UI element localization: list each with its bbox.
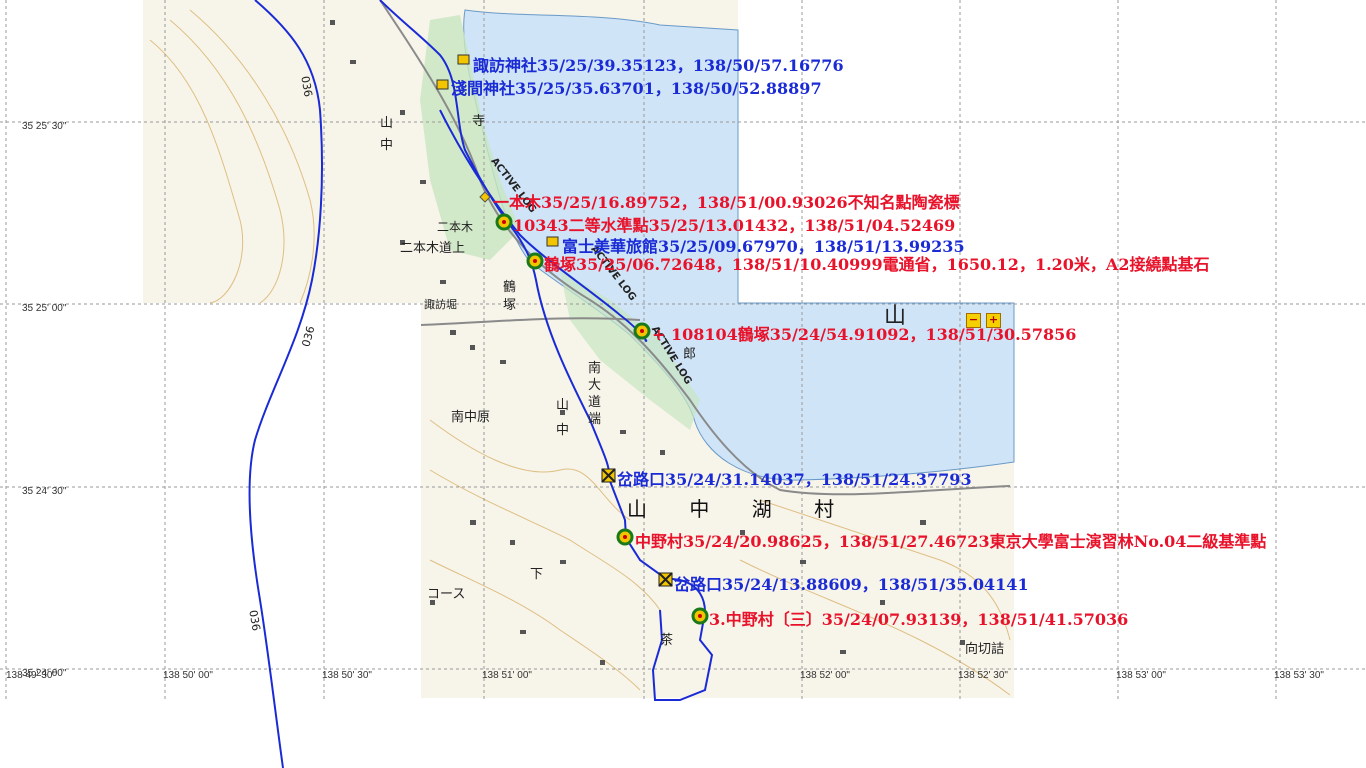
lat-label: 35 25' 30" (22, 121, 67, 132)
place-minami-omichi: 端 (588, 412, 602, 427)
lon-label: 138 53' 30" (1274, 670, 1324, 681)
annotation-suwa-shrine[interactable]: 諏訪神社35/25/39.35123，138/50/57.16776 (473, 52, 844, 76)
hotel-marker-fujimika (546, 236, 559, 247)
annotation-ipponki[interactable]: 一本木35/25/16.89752，138/51/00.93026不知名點陶瓷標 (493, 189, 960, 213)
annotation-asama-shrine[interactable]: 淺間神社35/25/35.63701，138/50/52.88897 (451, 75, 822, 99)
place-mukaigiri: 向切詰 (965, 642, 1005, 657)
shrine-marker-suwa (457, 54, 470, 65)
place-minami-nakahara: 南中原 (451, 410, 491, 425)
place-tsurutsuka: 鶴 (503, 280, 517, 295)
place-shimoyama: 下 (530, 567, 544, 582)
lon-label: 138 50' 30" (322, 670, 372, 681)
annotation-junction-2[interactable]: 岔路口35/24/13.88609，138/51/35.04141 (674, 571, 1029, 595)
zoom-in-button[interactable]: + (986, 313, 1001, 328)
map-view[interactable]: 35 25' 30" 35 25' 00" 35 24' 30" 35 24' … (0, 0, 1366, 768)
benchmark-marker-nakanomura-3 (691, 607, 709, 625)
place-nihongi-michiue: 二本木道上 (400, 241, 466, 256)
place-tsurutsuka: 塚 (503, 298, 517, 313)
place-course: コース (427, 587, 466, 602)
lon-label: 138 53' 00" (1116, 670, 1166, 681)
lon-label: 138 50' 00" (163, 670, 213, 681)
place-yamanaka: 中 (556, 423, 570, 438)
lon-label: 138 49' 30" (6, 670, 56, 681)
place-yamanaka: 中 (380, 138, 394, 153)
place-tera: 寺 (472, 114, 486, 129)
annotation-nakanomura-3[interactable]: 3.中野村〔三〕35/24/07.93139，138/51/41.57036 (709, 606, 1128, 630)
place-nihongi: 二本木 (437, 220, 474, 234)
place-suwahora: 諏訪堀 (424, 298, 457, 311)
benchmark-marker-nakanomura (616, 528, 634, 546)
annotation-junction-1[interactable]: 岔路口35/24/31.14037，138/51/24.37793 (617, 466, 972, 490)
place-goro: 郎 (683, 347, 697, 362)
place-yamanaka: 山 (556, 398, 570, 413)
benchmark-marker-108104 (633, 322, 651, 340)
benchmark-marker-10343 (495, 213, 513, 231)
benchmark-marker-tsurutsuka (526, 252, 544, 270)
shrine-marker-asama (436, 79, 449, 90)
route-036-line (248, 0, 323, 768)
place-chaya: 茶 (660, 633, 674, 648)
zoom-out-button[interactable]: − (966, 313, 981, 328)
junction-marker-2 (658, 572, 673, 587)
lon-label: 138 52' 30" (958, 670, 1008, 681)
junction-marker-1 (601, 468, 616, 483)
place-village: 山 中 湖 村 (627, 497, 853, 521)
lat-label: 35 25' 00" (22, 303, 67, 314)
annotation-nakanomura[interactable]: 中野村35/24/20.98625，138/51/27.46723東京大學富士演… (635, 528, 1266, 552)
lat-label: 35 24' 30" (22, 486, 67, 497)
annotation-tsurutsuka[interactable]: 鶴塚35/25/06.72648，138/51/10.40999電通省，1650… (544, 251, 1209, 275)
lon-label: 138 51' 00" (482, 670, 532, 681)
lon-label: 138 52' 00" (800, 670, 850, 681)
place-yamanaka: 山 (380, 116, 394, 131)
annotation-benchmark-108104[interactable]: + 108104鶴塚35/24/54.91092，138/51/30.57856 (652, 321, 1076, 345)
